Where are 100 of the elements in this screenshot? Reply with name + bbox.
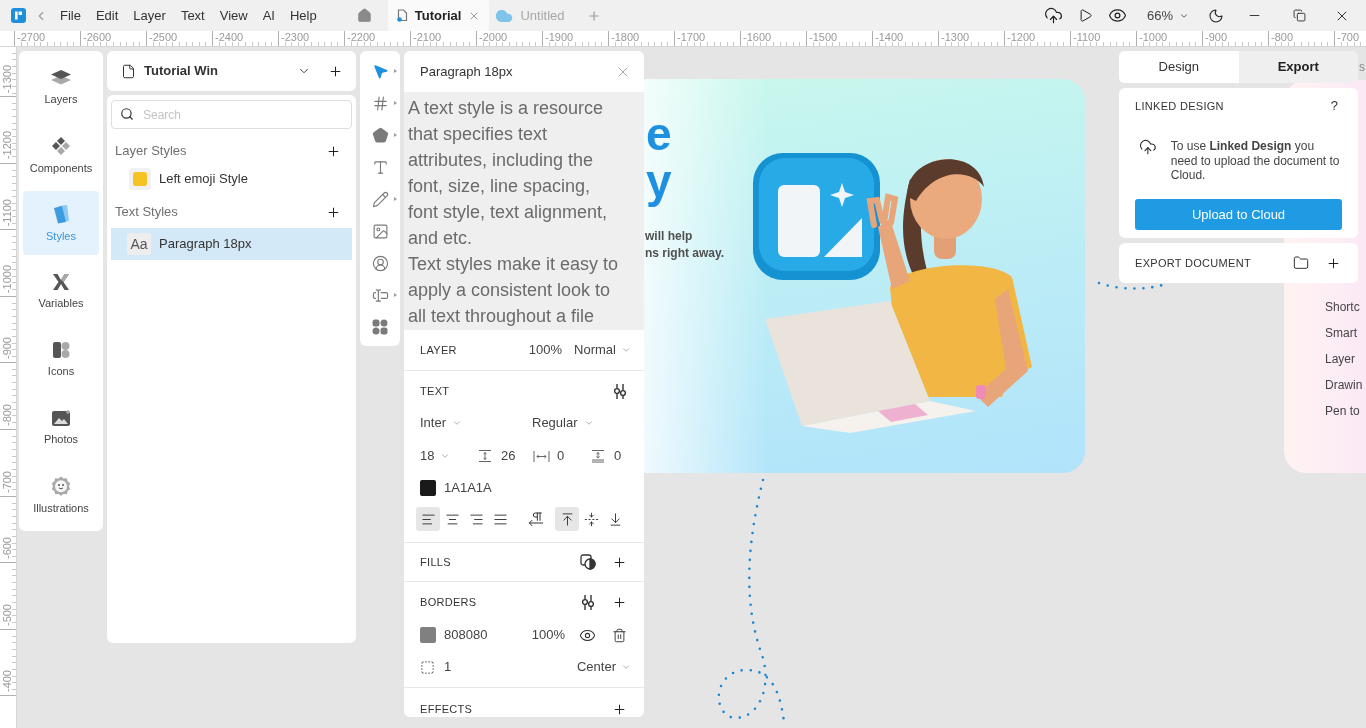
ruler-label: -1000 [1,264,13,293]
chevron-down-icon [440,451,451,461]
caret-icon[interactable] [394,133,397,137]
ruler-label: -1900 [545,31,574,43]
zoom-dropdown[interactable]: 66% [1146,5,1189,26]
text-direction-icon[interactable] [528,511,544,527]
plus-icon[interactable] [612,701,627,717]
list-text-fragment: Pen to [1325,404,1361,418]
play-icon[interactable] [1077,8,1093,23]
menu-item[interactable]: Help [290,7,317,24]
align-left-icon [420,511,436,527]
border-position-dropdown[interactable]: Center [576,657,631,677]
home-icon[interactable] [356,8,372,23]
menu-item[interactable]: Layer [133,7,166,24]
sliders-icon[interactable] [613,382,627,400]
preview-paragraph: Text styles make it easy to apply a consistent look to all text throughout a file [408,253,620,328]
ruler-label: -1100 [1073,31,1101,43]
align-middle-icon [583,511,599,527]
search-icon [120,107,134,121]
sidebar-item[interactable]: Illustrations [23,463,99,527]
preview-paragraph: A text style is a resource that specifies text attributes, including the font, size, line spacing, font style, text alignment, and etc. [408,97,609,250]
menu-item[interactable]: Edit [95,7,119,24]
border-width-field[interactable]: 1 [420,657,452,677]
sidebar-item[interactable]: Icons [23,327,99,391]
sidebar-item[interactable]: Photos [23,395,99,459]
plus-icon[interactable] [326,204,341,220]
pentagon-icon[interactable] [371,126,389,144]
opacity-field[interactable]: 100% [528,340,563,360]
section-title: EXPORT DOCUMENT [1135,255,1251,271]
trash-icon[interactable] [612,627,627,643]
line-height-field[interactable]: 26 [478,446,516,466]
sidebar-item[interactable]: Components [23,123,99,187]
sliders-icon[interactable] [581,593,595,611]
ruler-label: -1500 [809,31,838,43]
blocks-icon[interactable] [372,319,388,335]
ruler-label: -1600 [743,31,772,43]
help-button[interactable]: ? [1330,96,1338,116]
list-text-fragment: Shortc [1325,300,1361,314]
color-field[interactable]: 1A1A1A [420,478,492,498]
caret-icon[interactable] [394,101,397,105]
style-item[interactable]: Left emoji Style [111,166,352,192]
text-tool-icon[interactable] [371,158,389,176]
vertical-align-button[interactable] [555,507,579,531]
ruler-label: -900 [1205,31,1228,43]
variables-icon [52,272,70,291]
ruler-label: -500 [1,603,13,626]
menu-item[interactable]: File [60,7,81,24]
app-logo-icon[interactable] [11,8,26,23]
font-weight-dropdown[interactable]: Regular [532,413,594,433]
style-item[interactable]: Aa Paragraph 18px [111,228,352,260]
section-title: LINKED DESIGN [1135,98,1224,114]
document-tab[interactable]: Tutorial [387,0,490,31]
restore-icon[interactable] [1293,9,1306,22]
ruler-label: -2000 [479,31,508,43]
plus-icon[interactable] [1326,255,1341,271]
section-title: Text Styles [115,203,178,222]
image-icon[interactable] [371,222,389,240]
sidebar-item[interactable]: Variables [23,259,99,323]
opacity-field[interactable]: 100% [531,625,565,645]
ruler-label: -1800 [611,31,640,43]
blend-mode-dropdown[interactable]: Normal [574,340,631,360]
font-size-dropdown[interactable]: 18 [420,446,451,466]
panel-tab[interactable]: Export [1238,51,1358,83]
color-field[interactable]: 808080 [420,625,488,645]
folder-icon[interactable] [1293,255,1309,271]
plus-icon[interactable] [612,554,627,570]
font-dropdown[interactable]: Inter [420,413,462,433]
letter-spacing-field[interactable]: 0 [533,446,565,466]
moon-icon[interactable] [1208,7,1224,24]
upload-icon[interactable] [1043,6,1063,25]
menu-item[interactable]: Text [180,7,205,24]
line-height-icon [478,449,492,463]
menu-item[interactable]: AI [262,7,275,24]
user-circle-icon[interactable] [371,254,389,272]
eye-icon[interactable] [1107,6,1127,25]
text-align-button[interactable] [416,507,440,531]
align-justify-icon [492,511,508,527]
plus-icon[interactable] [326,143,341,159]
caret-icon[interactable] [394,69,397,73]
search-field[interactable]: Search [111,100,352,129]
ruler-label: -1200 [1,131,13,160]
caret-icon[interactable] [394,293,397,297]
text-field-icon[interactable] [371,286,389,304]
sidebar-item[interactable]: Layers [23,55,99,119]
caret-icon[interactable] [394,197,397,201]
fill-style-icon[interactable] [580,554,596,570]
frame-icon[interactable] [371,94,389,112]
color-swatch-icon [420,627,436,643]
menu-item[interactable]: View [219,7,248,24]
align-right-icon [468,511,484,527]
paragraph-spacing-field[interactable]: 0 [591,446,622,466]
plus-icon[interactable] [612,594,627,610]
plus-icon[interactable] [328,63,343,79]
smiley-badge-icon [51,475,71,496]
pointer-icon[interactable] [371,62,389,80]
ruler-label: -2500 [149,31,178,43]
pencil-icon[interactable] [371,190,389,208]
ruler-label: -1300 [1,64,13,93]
ruler-label: -700 [1,470,13,493]
components-icon [51,135,71,156]
